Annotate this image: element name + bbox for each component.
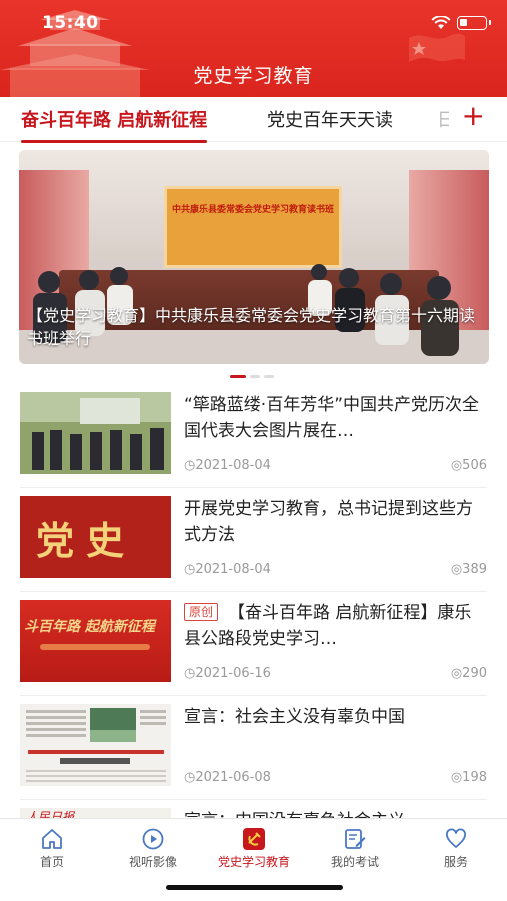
clock-icon: ◷: [184, 458, 196, 473]
page-title: 党史学习教育: [193, 65, 314, 87]
news-title-text: 【奋斗百年路 启航新征程】康乐县公路段党史学习…: [184, 603, 472, 649]
carousel-dot: [264, 375, 274, 378]
exam-edit-icon: [345, 829, 366, 849]
thumbnail-text: 斗百年路 起航新征程: [24, 619, 155, 635]
clock-icon: ◷: [184, 562, 196, 577]
status-time: 15:40: [42, 13, 99, 33]
news-thumbnail: 党史: [20, 496, 171, 578]
news-date: 2021-08-04: [195, 562, 271, 577]
clock-icon: ◷: [184, 666, 196, 681]
divider: [20, 487, 487, 488]
news-view-count: 506: [462, 458, 487, 473]
nav-exam[interactable]: 我的考试: [305, 827, 405, 870]
thumbnail-decoration: [40, 644, 150, 650]
tab-label: 党史百年天天读: [267, 110, 393, 131]
tab-label: 奋斗百年路 启航新征程: [21, 110, 208, 131]
party-emblem-icon: [243, 828, 265, 850]
nav-home[interactable]: 首页: [2, 827, 102, 870]
news-views: ◎290: [451, 666, 487, 681]
eye-icon: ◎: [450, 562, 463, 577]
news-meta: ◷2021-08-04 ◎506: [184, 458, 487, 473]
news-date: 2021-08-04: [195, 458, 271, 473]
divider: [20, 799, 487, 800]
nav-label: 首页: [39, 855, 64, 869]
tab-fendou[interactable]: 奋斗百年路 启航新征程: [21, 106, 208, 143]
news-date: 2021-06-08: [195, 770, 271, 785]
nav-label: 党史学习教育: [217, 855, 290, 869]
news-meta: ◷2021-06-16 ◎290: [184, 666, 487, 681]
banner-caption: 【党史学习教育】中共康乐县委常委会党史学习教育第十六期读书班举行: [27, 306, 476, 348]
tab-partial[interactable]: 日: [437, 106, 449, 132]
news-meta: ◷2021-06-08 ◎198: [184, 770, 487, 785]
news-views: ◎506: [451, 458, 487, 473]
carousel-dot: [250, 375, 260, 378]
news-thumbnail: [20, 704, 171, 786]
news-item[interactable]: 人民日报 宣言：中国没有辜负社会主义: [0, 808, 507, 818]
nav-label: 我的考试: [330, 855, 379, 869]
nav-service[interactable]: 服务: [406, 827, 506, 870]
news-view-count: 290: [462, 666, 487, 681]
thumbnail-text: 党史: [36, 518, 137, 563]
thumbnail-text: 人民日报: [26, 810, 75, 818]
news-view-count: 389: [462, 562, 487, 577]
divider: [20, 591, 487, 592]
wifi-icon: [431, 16, 451, 29]
tab-label: 日: [437, 110, 449, 131]
news-views: ◎198: [451, 770, 487, 785]
home-indicator[interactable]: [166, 885, 343, 890]
nav-label: 服务: [443, 855, 468, 869]
play-circle-icon: [142, 828, 164, 850]
carousel-banner[interactable]: 中共康乐县委常委会党史学习教育读书班 【党史学习教育】中共康乐县委常委会党史学习…: [19, 150, 489, 364]
news-thumbnail: 斗百年路 起航新征程: [20, 600, 171, 682]
carousel-dot-active: [230, 375, 246, 378]
tab-daily-reading[interactable]: 党史百年天天读: [267, 106, 393, 132]
nav-media[interactable]: 视听影像: [103, 827, 203, 870]
plus-icon[interactable]: +: [462, 101, 485, 131]
active-tab-indicator: [21, 140, 208, 143]
news-title: 宣言：社会主义没有辜负中国: [184, 707, 405, 727]
news-thumbnail: 人民日报: [20, 808, 171, 818]
home-icon: [42, 829, 62, 849]
news-title: 原创 【奋斗百年路 启航新征程】康乐县公路段党史学习…: [184, 600, 484, 652]
eye-icon: ◎: [450, 770, 463, 785]
heart-icon: [446, 828, 466, 848]
original-badge: 原创: [184, 603, 219, 621]
app-header: 15:40 党史学习教育: [0, 0, 507, 97]
nav-label: 视听影像: [128, 855, 177, 869]
status-bar: 15:40: [0, 0, 507, 48]
eye-icon: ◎: [450, 666, 463, 681]
battery-icon: [457, 16, 491, 30]
banner-screen-text: 中共康乐县委常委会党史学习教育读书班: [171, 205, 334, 215]
nav-party-history[interactable]: 党史学习教育: [204, 827, 304, 870]
news-title: “筚路蓝缕·百年芳华”中国共产党历次全国代表大会图片展在…: [184, 395, 480, 441]
news-views: ◎389: [451, 562, 487, 577]
news-title: 开展党史学习教育，总书记提到这些方式方法: [184, 499, 473, 545]
clock-icon: ◷: [184, 770, 196, 785]
eye-icon: ◎: [450, 458, 463, 473]
news-date: 2021-06-16: [195, 666, 271, 681]
news-thumbnail: [20, 392, 171, 474]
channel-tabs: 奋斗百年路 启航新征程 党史百年天天读 日 +: [0, 97, 507, 143]
divider: [20, 695, 487, 696]
news-title: 宣言：中国没有辜负社会主义: [184, 808, 484, 818]
news-view-count: 198: [462, 770, 487, 785]
news-meta: ◷2021-08-04 ◎389: [184, 562, 487, 577]
